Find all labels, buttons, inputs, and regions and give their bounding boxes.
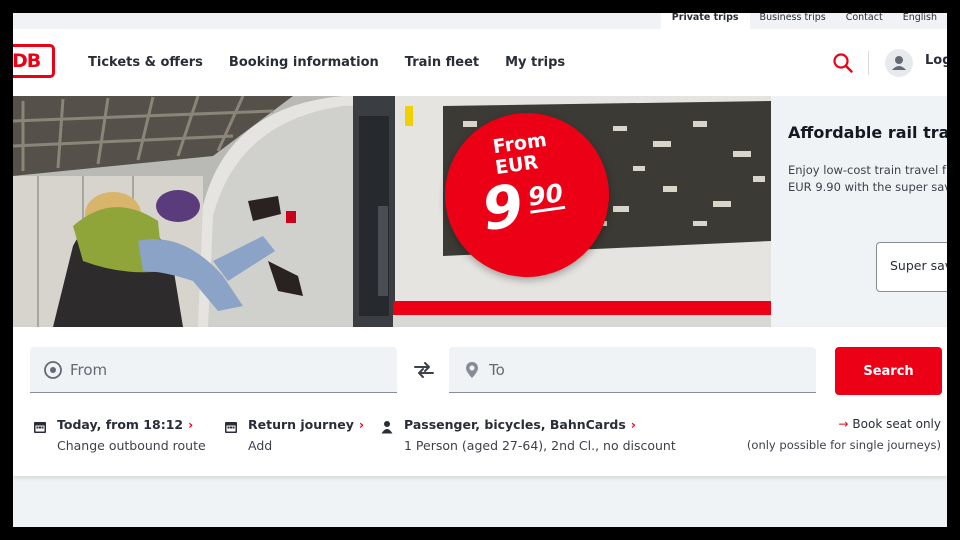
main-nav: Tickets & offers Booking information Tra…: [88, 29, 565, 96]
site-header: DB Tickets & offers Booking information …: [13, 29, 947, 96]
user-icon[interactable]: [885, 49, 913, 77]
header-divider: [868, 51, 869, 75]
super-saver-button[interactable]: Super sav: [876, 242, 947, 292]
to-input[interactable]: [489, 359, 789, 381]
date-option-title[interactable]: Today, from 18:12 ›: [57, 417, 193, 432]
meta-bar: Private trips Business trips Contact Eng…: [13, 13, 947, 29]
search-icon[interactable]: [831, 51, 855, 75]
db-logo[interactable]: DB: [13, 44, 55, 78]
badge-price-decimal: 90: [526, 178, 566, 214]
arrow-right-icon: →: [838, 417, 849, 431]
change-outbound-route-link[interactable]: Change outbound route: [57, 438, 206, 453]
book-seat-only-text: Book seat only: [852, 417, 941, 431]
hero-image[interactable]: From EUR 9 90: [13, 96, 771, 327]
badge-price-integer: 9: [477, 171, 528, 244]
calendar-icon: [33, 419, 47, 433]
from-field[interactable]: [30, 347, 397, 393]
swap-direction-icon[interactable]: [411, 357, 437, 383]
logo-text: DB: [13, 50, 41, 72]
chevron-right-icon: ›: [188, 417, 194, 432]
nav-booking-information[interactable]: Booking information: [229, 55, 379, 70]
hero-title: Affordable rail trave: [788, 123, 947, 142]
add-return-link[interactable]: Add: [248, 438, 272, 453]
seat-only-note: (only possible for single journeys): [746, 438, 941, 452]
browser-viewport: Private trips Business trips Contact Eng…: [13, 13, 947, 527]
person-icon: [380, 419, 394, 434]
hero-description-line-1: Enjoy low-cost train travel fro: [788, 163, 947, 177]
return-option-title-text: Return journey: [248, 417, 354, 432]
return-option-title[interactable]: Return journey ›: [248, 417, 364, 432]
hero-description-line-2: EUR 9.90 with the super save: [788, 180, 947, 194]
meta-nav: Private trips Business trips Contact Eng…: [660, 13, 947, 29]
nav-tickets-offers[interactable]: Tickets & offers: [88, 55, 203, 70]
chevron-right-icon: ›: [630, 417, 636, 432]
date-option-title-text: Today, from 18:12: [57, 417, 184, 432]
nav-train-fleet[interactable]: Train fleet: [405, 55, 479, 70]
search-button[interactable]: Search: [835, 347, 942, 395]
location-pin-icon: [462, 360, 482, 380]
hero-description: Enjoy low-cost train travel fro EUR 9.90…: [788, 162, 947, 196]
meta-link-language[interactable]: English: [893, 13, 947, 29]
passenger-option-title-text: Passenger, bicycles, BahnCards: [404, 417, 626, 432]
login-link[interactable]: Log: [925, 53, 947, 68]
journey-search-panel: Search Today, from 18:12 › Change outboun…: [13, 327, 947, 476]
chevron-right-icon: ›: [358, 417, 365, 432]
to-field[interactable]: [449, 347, 816, 393]
from-input[interactable]: [70, 359, 370, 381]
calendar-icon: [224, 419, 238, 433]
meta-link-private-trips[interactable]: Private trips: [660, 13, 750, 29]
passenger-option-title[interactable]: Passenger, bicycles, BahnCards ›: [404, 417, 636, 432]
nav-my-trips[interactable]: My trips: [505, 55, 565, 70]
origin-target-icon: [43, 360, 63, 380]
meta-link-business-trips[interactable]: Business trips: [750, 13, 836, 29]
passenger-summary: 1 Person (aged 27-64), 2nd Cl., no disco…: [404, 438, 676, 453]
meta-link-contact[interactable]: Contact: [836, 13, 893, 29]
hero-banner: From EUR 9 90 Affordable rail trave Enjo…: [13, 96, 947, 327]
hero-text-panel: Affordable rail trave Enjoy low-cost tra…: [771, 96, 947, 327]
book-seat-only-link[interactable]: → Book seat only: [838, 417, 941, 431]
